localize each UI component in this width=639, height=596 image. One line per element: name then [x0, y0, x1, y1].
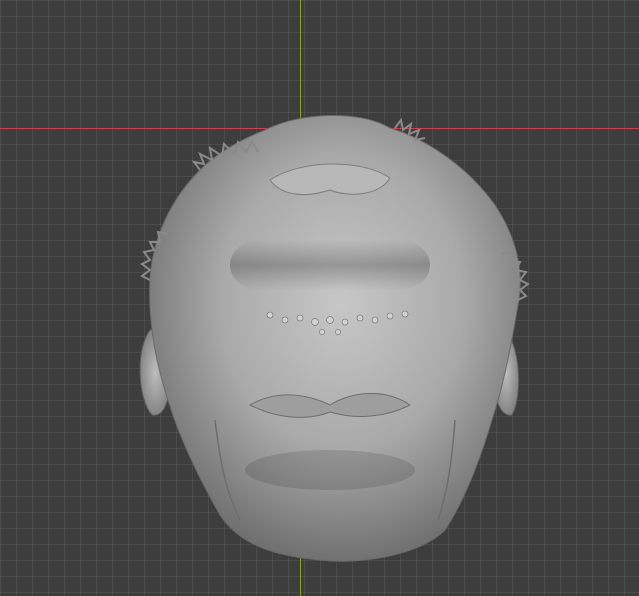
3d-viewport[interactable]: [0, 0, 639, 596]
sculpted-head-mesh[interactable]: [0, 0, 639, 596]
